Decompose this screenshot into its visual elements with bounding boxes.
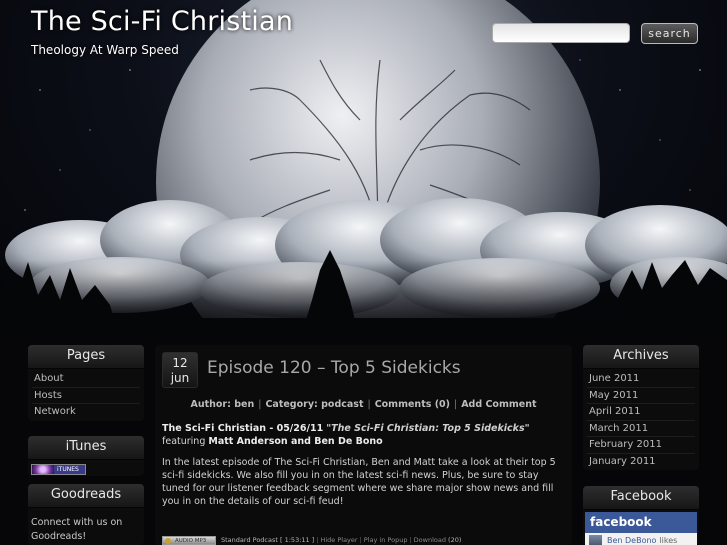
widget-title-itunes: iTunes <box>28 436 144 460</box>
audio-mp3-icon: AUDIO MP3 <box>162 535 216 545</box>
itunes-icon <box>32 465 54 474</box>
itunes-badge-text: iTUNES <box>54 465 85 474</box>
post-episode-quote: "The Sci-Fi Christian: Top 5 Sidekicks" <box>326 423 530 434</box>
meta-separator: | <box>258 399 262 410</box>
widget-title-facebook: Facebook <box>583 486 699 510</box>
pages-list: About Hosts Network <box>28 369 144 423</box>
archive-link[interactable]: May 2011 <box>587 388 695 404</box>
facebook-widget: Facebook facebook Ben DeBono likes <box>583 486 699 545</box>
post-title-link[interactable]: Episode 120 – Top 5 Sidekicks <box>207 358 461 378</box>
facebook-like-box: facebook Ben DeBono likes <box>585 512 697 545</box>
facebook-user-link[interactable]: Ben DeBono <box>607 536 656 545</box>
facebook-logo[interactable]: facebook <box>585 512 697 533</box>
widget-title-goodreads: Goodreads <box>28 484 144 508</box>
archive-link[interactable]: January 2011 <box>587 454 695 471</box>
goodreads-widget: Goodreads Connect with us on Goodreads! <box>28 484 144 545</box>
podcast-duration: [ 1:53:11 ] <box>280 536 315 544</box>
post-intro: The Sci-Fi Christian - 05/26/11 "The Sci… <box>162 422 562 448</box>
play-in-popup-link[interactable]: Play in Popup <box>364 536 408 544</box>
widget-title-pages: Pages <box>28 345 144 369</box>
archive-link[interactable]: April 2011 <box>587 404 695 421</box>
header-banner: The Sci-Fi Christian Theology At Warp Sp… <box>0 0 727 340</box>
facebook-likes-text: likes <box>659 536 678 545</box>
archives-list: June 2011 May 2011 April 2011 March 2011… <box>583 369 699 472</box>
post-comments-link[interactable]: Comments (0) <box>375 399 450 410</box>
facebook-activity-row: Ben DeBono likes <box>585 533 697 545</box>
pages-link-hosts[interactable]: Hosts <box>32 388 140 404</box>
meta-separator: | <box>367 399 371 410</box>
post-date-badge: 12 jun <box>162 352 198 388</box>
post-entry: 12 jun Episode 120 – Top 5 Sidekicks Aut… <box>155 345 572 545</box>
post-show-name: The Sci-Fi Christian - 05/26/11 <box>162 423 324 434</box>
meta-separator: | <box>454 399 458 410</box>
download-count: (20) <box>448 536 462 544</box>
archive-link[interactable]: June 2011 <box>587 371 695 388</box>
archive-link[interactable]: February 2011 <box>587 437 695 454</box>
pages-link-about[interactable]: About <box>32 371 140 388</box>
goodreads-link[interactable]: Connect with us on Goodreads! <box>28 508 144 544</box>
post-body-text: In the latest episode of The Sci-Fi Chri… <box>162 457 556 507</box>
post-meta: Author: ben | Category: podcast | Comments (… <box>155 399 572 410</box>
site-tagline: Theology At Warp Speed <box>31 43 179 57</box>
archives-widget: Archives June 2011 May 2011 April 2011 M… <box>583 345 699 470</box>
post-featuring-text: featuring <box>162 436 206 447</box>
post-hosts: Matt Anderson and Ben De Bono <box>208 436 383 447</box>
itunes-badge-link[interactable]: iTUNES <box>31 464 86 475</box>
search-input[interactable] <box>492 23 630 43</box>
hide-player-link[interactable]: Hide Player <box>320 536 357 544</box>
podcast-label: Standard Podcast <box>221 536 278 544</box>
add-comment-link[interactable]: Add Comment <box>461 399 536 410</box>
site-title[interactable]: The Sci-Fi Christian <box>31 6 293 37</box>
widget-title-archives: Archives <box>583 345 699 369</box>
archive-link[interactable]: March 2011 <box>587 421 695 437</box>
pages-link-network[interactable]: Network <box>32 404 140 421</box>
post-author-link[interactable]: Author: ben <box>190 399 254 410</box>
podcast-player-bar: AUDIO MP3 Standard Podcast [ 1:53:11 ] |… <box>162 535 572 545</box>
pages-widget: Pages About Hosts Network <box>28 345 144 421</box>
itunes-widget: iTunes iTUNES <box>28 436 144 476</box>
download-link[interactable]: Download <box>414 536 446 544</box>
search-button[interactable]: search <box>641 23 698 44</box>
post-category-link[interactable]: Category: podcast <box>265 399 363 410</box>
post-date-month: jun <box>170 371 190 385</box>
post-date-day: 12 <box>172 356 188 370</box>
avatar <box>589 534 602 545</box>
